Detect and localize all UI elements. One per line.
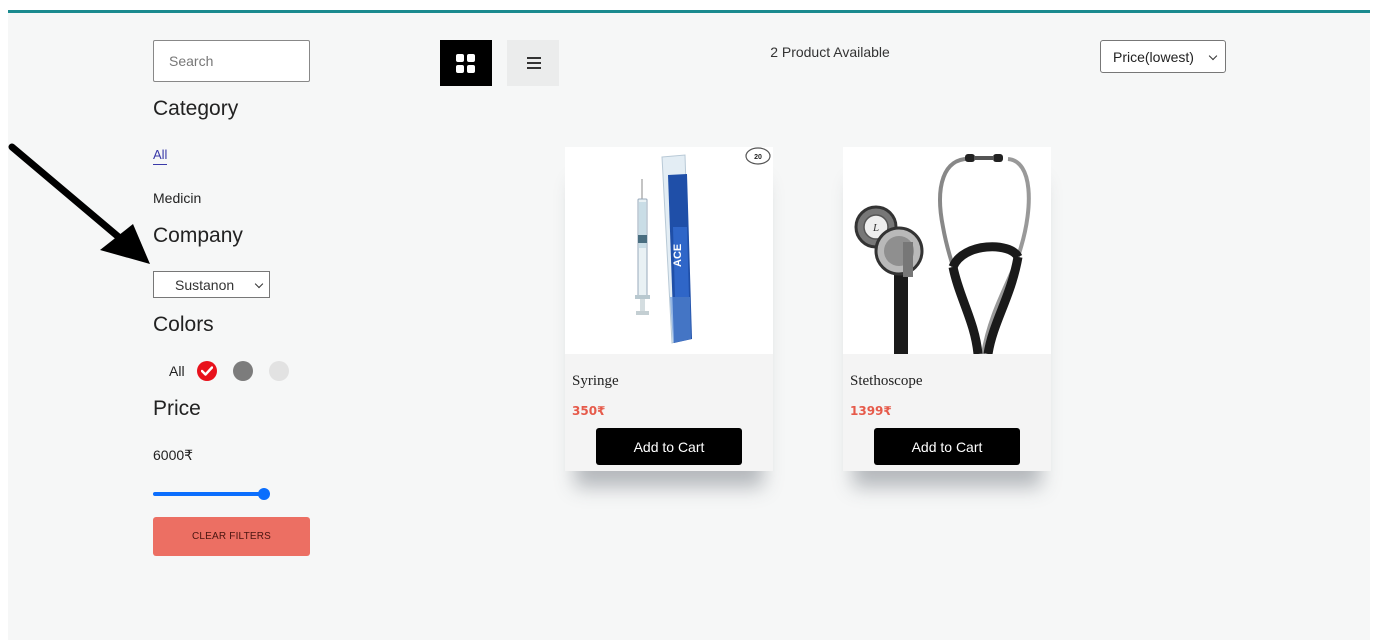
price-slider-thumb[interactable]: [258, 488, 270, 500]
company-heading: Company: [153, 224, 243, 247]
category-heading: Category: [153, 97, 239, 120]
search-input[interactable]: [153, 40, 310, 82]
price-slider-track: [153, 492, 264, 496]
product-image-syringe: 20 ACE: [565, 147, 773, 354]
price-value: 6000₹: [153, 447, 194, 463]
svg-text:L: L: [872, 222, 879, 234]
annotation-arrow: [8, 143, 150, 264]
product-price: 1399₹: [850, 404, 892, 418]
color-swatch-gray[interactable]: [232, 361, 253, 381]
add-to-cart-button[interactable]: Add to Cart: [596, 428, 742, 465]
product-count: 2 Product Available: [770, 44, 890, 60]
color-filter: All: [169, 360, 305, 382]
price-heading: Price: [153, 397, 201, 420]
product-price: 350₹: [572, 404, 606, 418]
product-name: Syringe: [572, 373, 619, 389]
colors-heading: Colors: [153, 313, 214, 336]
product-card-stethoscope[interactable]: L Stethoscope 1399₹ Add to Cart: [843, 147, 1051, 471]
sort-select[interactable]: Price(lowest): [1100, 40, 1226, 73]
company-select-value: Sustanon: [175, 276, 235, 293]
color-swatch-light-gray[interactable]: [268, 361, 289, 381]
product-name: Stethoscope: [850, 373, 923, 389]
category-item-medicin[interactable]: Medicin: [153, 190, 201, 206]
product-card-syringe[interactable]: 20 ACE Syringe 350₹ Add to Cart: [565, 147, 773, 471]
add-to-cart-button[interactable]: Add to Cart: [874, 428, 1020, 465]
list-view-button[interactable]: [507, 40, 559, 86]
svg-text:ACE: ACE: [672, 244, 684, 267]
chevron-down-icon: [1208, 51, 1218, 61]
company-select[interactable]: Sustanon: [153, 271, 270, 298]
clear-filters-button[interactable]: CLEAR FILTERS: [153, 517, 310, 556]
chevron-down-icon: [254, 279, 264, 289]
check-icon: [200, 366, 213, 376]
price-slider[interactable]: [153, 488, 270, 500]
color-all-option[interactable]: All: [169, 363, 185, 379]
color-swatch-red[interactable]: [196, 361, 217, 381]
sort-select-value: Price(lowest): [1113, 48, 1194, 65]
product-badge: 20: [754, 154, 762, 161]
product-image-stethoscope: L: [843, 147, 1051, 355]
category-item-all[interactable]: All: [153, 147, 168, 165]
grid-view-button[interactable]: [440, 40, 492, 86]
